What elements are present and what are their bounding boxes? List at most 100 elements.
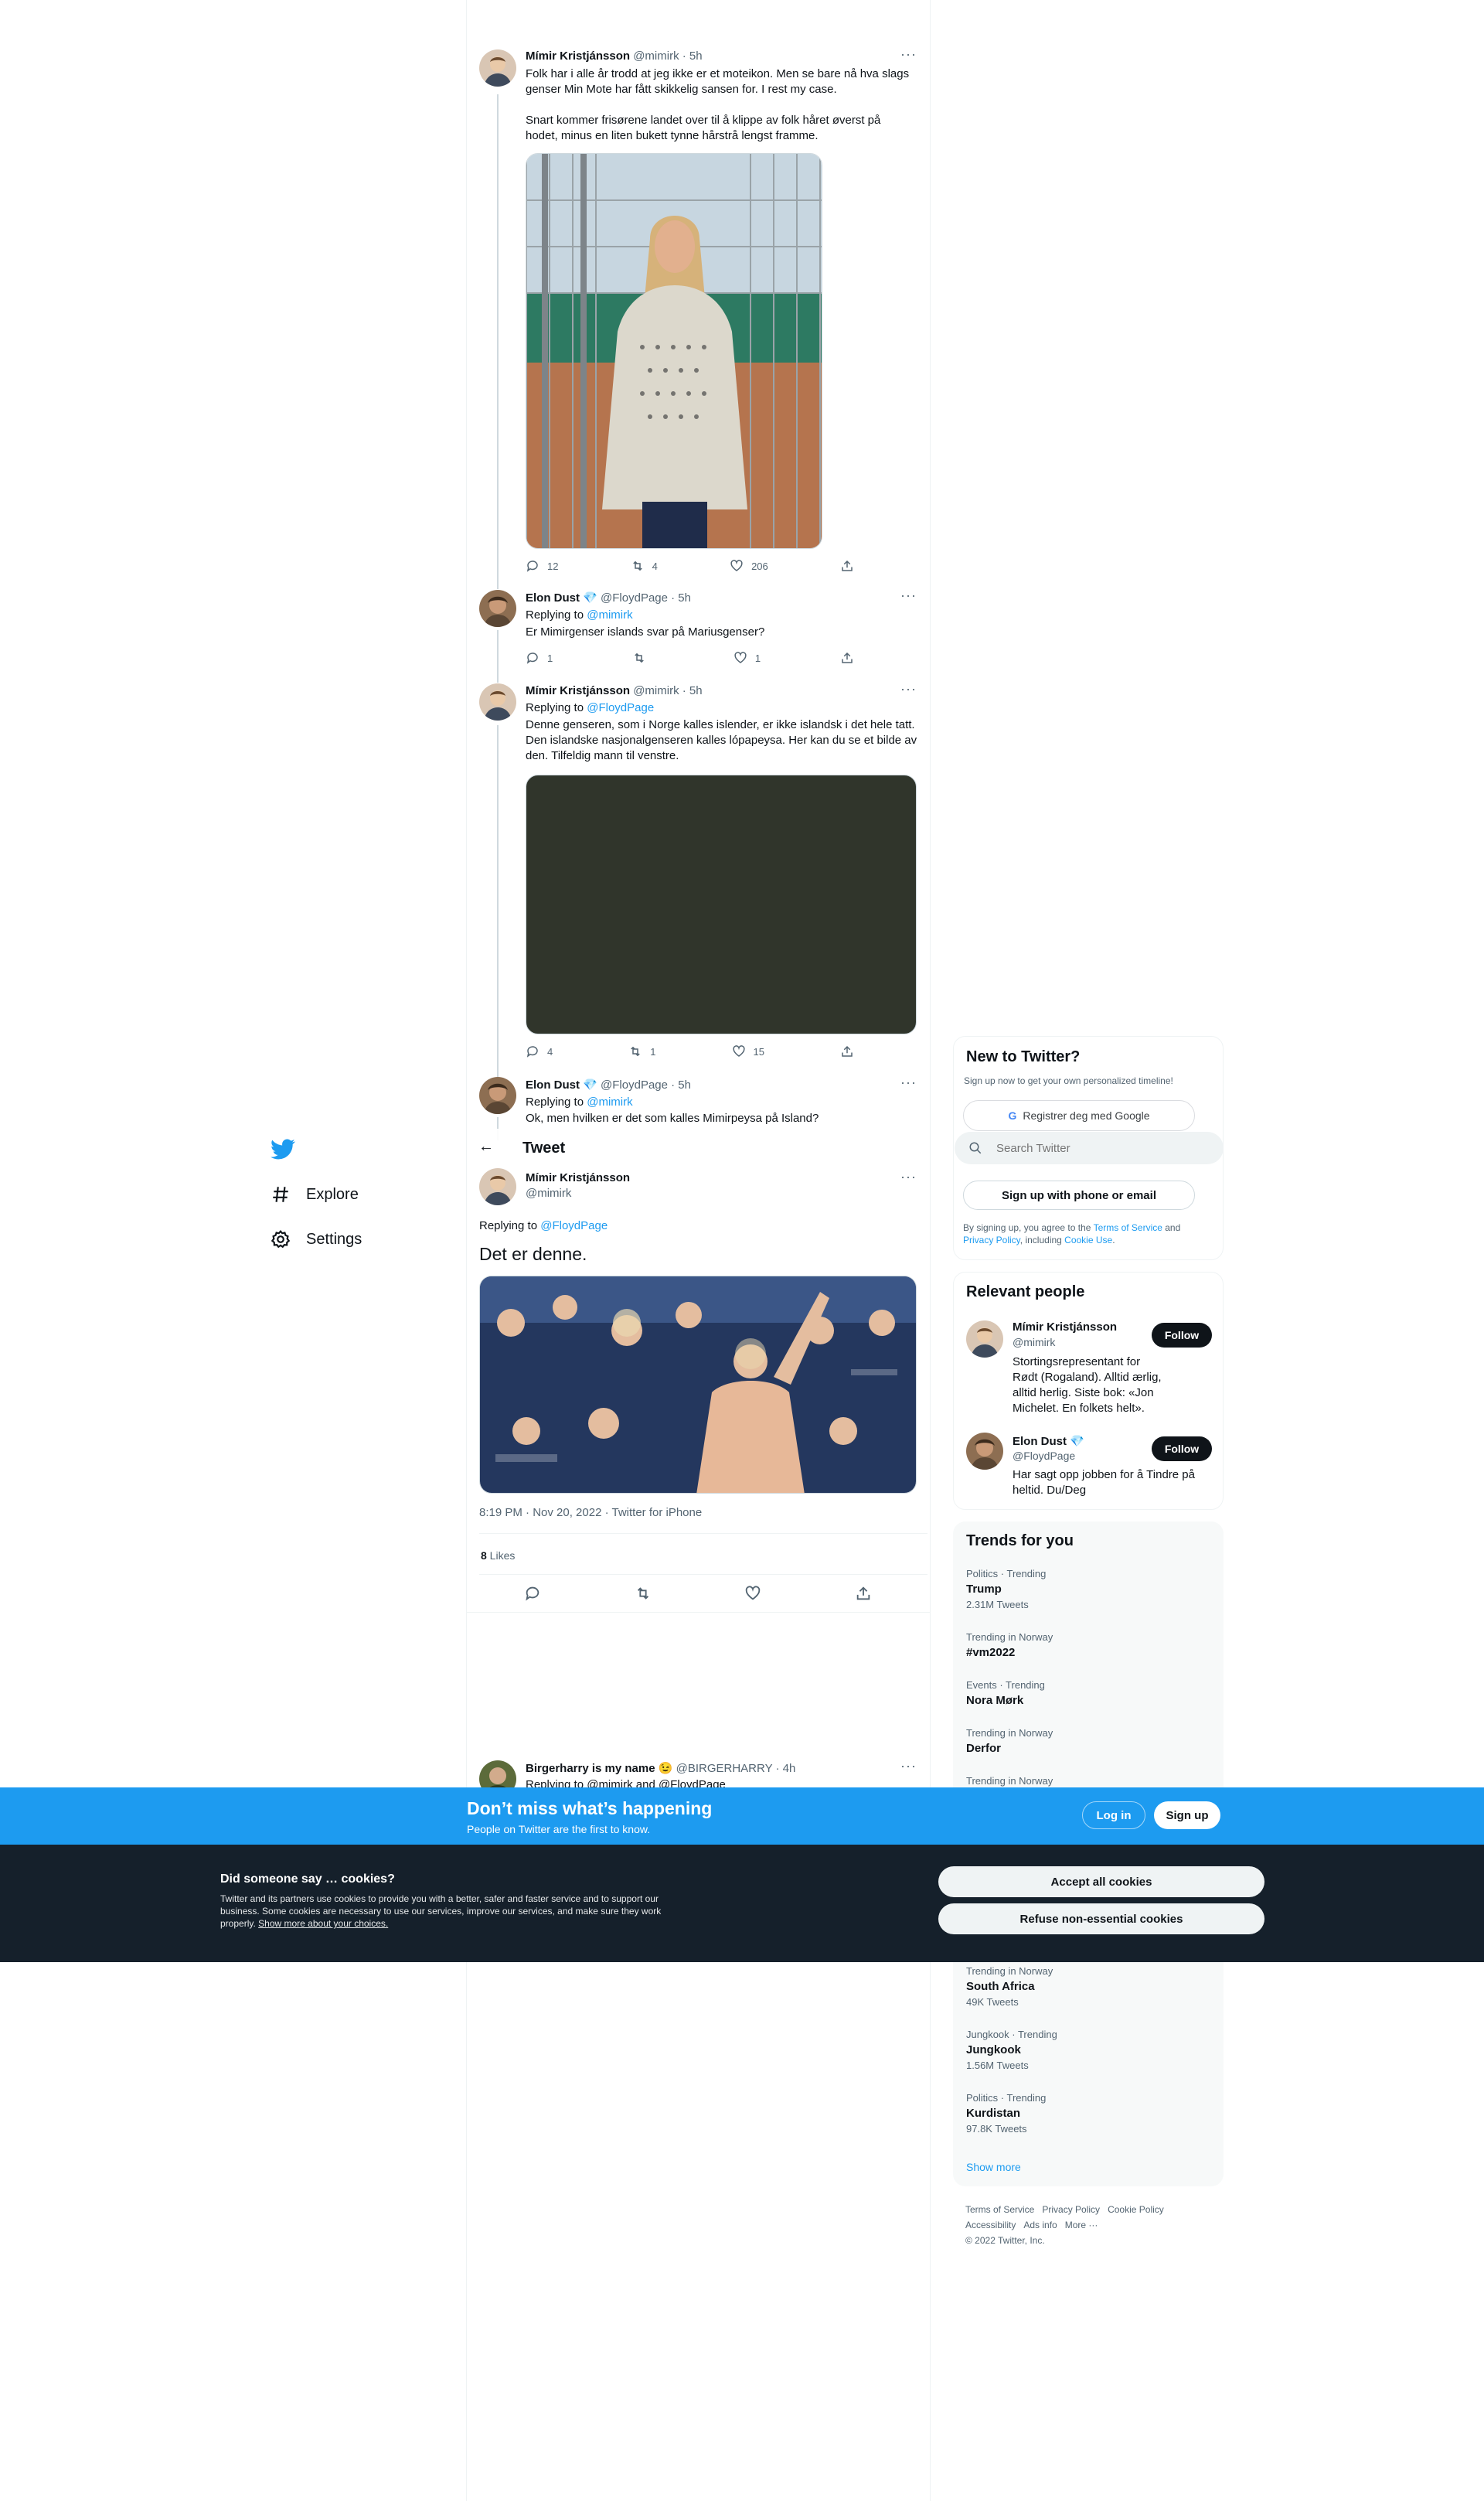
trend-item[interactable]: Politics · Trending Trump 2.31M Tweets [966, 1568, 1046, 1610]
author-name[interactable]: Mímir Kristjánsson [526, 49, 630, 63]
accept-cookies-button[interactable]: Accept all cookies [938, 1866, 1264, 1897]
replying-to: Replying to @mimirk [526, 608, 633, 622]
cookie-use-link[interactable]: Cookie Use [1064, 1235, 1112, 1245]
reply-button[interactable]: 12 [526, 559, 558, 573]
terms-link[interactable]: Terms of Service [1094, 1222, 1162, 1233]
privacy-link[interactable]: Privacy Policy [963, 1235, 1020, 1245]
avatar[interactable] [479, 590, 516, 627]
footer-accessibility-link[interactable]: Accessibility [965, 2220, 1016, 2230]
author-name[interactable]: Birgerharry is my name 😉 [526, 1762, 672, 1775]
google-signup-button[interactable]: G Registrer deg med Google [963, 1100, 1195, 1131]
nav-settings[interactable]: Settings [271, 1224, 362, 1255]
share-button[interactable] [855, 1585, 872, 1602]
like-count: 1 [754, 652, 761, 664]
author-name[interactable]: Mímir Kristjánsson [526, 684, 630, 697]
avatar[interactable] [966, 1320, 1003, 1358]
signup-phone-email-button[interactable]: Sign up with phone or email [963, 1181, 1195, 1210]
author-name[interactable]: Elon Dust [526, 1078, 580, 1092]
footer-cookie-link[interactable]: Cookie Policy [1108, 2204, 1164, 2215]
twitter-logo-icon[interactable] [271, 1136, 295, 1161]
trend-count: 49K Tweets [966, 1996, 1019, 2008]
trend-item[interactable]: Trending in Norway #vm2022 [966, 1631, 1053, 1659]
trend-item[interactable]: Politics · Trending Kurdistan 97.8K Tweets [966, 2092, 1046, 2135]
more-options-icon[interactable]: ··· [900, 588, 917, 604]
divider [479, 1533, 928, 1534]
avatar[interactable] [479, 1168, 516, 1205]
trend-item[interactable]: Trending in Norway [966, 1775, 1053, 1787]
retweet-button[interactable] [632, 651, 654, 665]
retweet-count: 4 [652, 560, 658, 572]
person-handle: @mimirk [1013, 1336, 1056, 1348]
trend-item[interactable]: Jungkook · Trending Jungkook 1.56M Tweets [966, 2029, 1057, 2071]
relevant-people-card: Relevant people Mímir Kristjánsson @mimi… [953, 1272, 1224, 1510]
person-name[interactable]: Mímir Kristjánsson [1013, 1320, 1117, 1334]
tweet-photo-dark[interactable] [526, 775, 917, 1034]
more-options-icon[interactable]: ··· [900, 1758, 917, 1774]
retweet-button[interactable]: 4 [631, 559, 658, 573]
share-button[interactable] [840, 651, 854, 665]
trend-context: Politics · Trending [966, 2092, 1047, 2104]
tweet-photo-sweater[interactable] [526, 153, 822, 549]
replying-to-link[interactable]: @FloydPage [587, 701, 654, 714]
retweet-button[interactable]: 1 [628, 1044, 655, 1058]
footer-ads-link[interactable]: Ads info [1023, 2220, 1057, 2230]
tweet-header-bar: ← Tweet [467, 1129, 930, 1166]
google-icon: G [1008, 1109, 1017, 1122]
author-handle: @mimirk [526, 1187, 572, 1200]
avatar[interactable] [479, 683, 516, 721]
more-options-icon[interactable]: ··· [900, 46, 917, 63]
like-button[interactable]: 15 [732, 1044, 764, 1058]
trend-item[interactable]: Events · Trending Nora Mørk [966, 1679, 1045, 1707]
replying-to-link[interactable]: @mimirk [587, 1095, 632, 1109]
share-button[interactable] [840, 559, 854, 573]
search-box[interactable] [955, 1132, 1224, 1164]
replying-to-link[interactable]: @FloydPage [540, 1219, 608, 1232]
share-button[interactable] [840, 1044, 854, 1058]
replying-to-link[interactable]: @mimirk [587, 608, 632, 622]
cookie-choices-link[interactable]: Show more about your choices. [258, 1918, 388, 1929]
search-input[interactable] [996, 1141, 1197, 1155]
reply-button[interactable]: 1 [526, 651, 553, 665]
person-name[interactable]: Elon Dust [1013, 1435, 1067, 1448]
like-button[interactable] [744, 1585, 761, 1602]
avatar[interactable] [479, 49, 516, 87]
trend-name: South Africa [966, 1980, 1035, 1993]
thread-connector [497, 725, 499, 1077]
trend-context: Jungkook · Trending [966, 2029, 1057, 2040]
follow-button[interactable]: Follow [1152, 1323, 1212, 1348]
nav-explore[interactable]: Explore [271, 1179, 359, 1210]
avatar[interactable] [479, 1077, 516, 1114]
tweet-actions [524, 1585, 872, 1602]
author-handle: @BIRGERHARRY · 4h [676, 1762, 796, 1775]
more-options-icon[interactable]: ··· [900, 1169, 917, 1185]
more-options-icon[interactable]: ··· [900, 681, 917, 697]
back-arrow-icon[interactable]: ← [478, 1138, 494, 1156]
reply-button[interactable]: 4 [526, 1044, 553, 1058]
tweet-photo-crowd[interactable] [479, 1276, 917, 1494]
reply-icon [526, 1586, 539, 1601]
more-options-icon[interactable]: ··· [900, 1075, 917, 1091]
author-name[interactable]: Mímir Kristjánsson [526, 1171, 630, 1184]
refuse-cookies-button[interactable]: Refuse non-essential cookies [938, 1903, 1264, 1934]
footer-more-link[interactable]: More ··· [1065, 2220, 1098, 2230]
avatar[interactable] [966, 1433, 1003, 1470]
footer-terms-link[interactable]: Terms of Service [965, 2204, 1034, 2215]
retweet-button[interactable] [635, 1585, 652, 1602]
follow-button[interactable]: Follow [1152, 1436, 1212, 1461]
login-button[interactable]: Log in [1082, 1801, 1145, 1829]
likes-stat[interactable]: 8 Likes [481, 1549, 515, 1562]
author-name[interactable]: Elon Dust [526, 591, 580, 605]
tweet-meta[interactable]: 8:19 PM · Nov 20, 2022 · Twitter for iPh… [479, 1506, 702, 1519]
trend-item[interactable]: Trending in Norway Derfor [966, 1727, 1053, 1755]
card-title: Trends for you [966, 1532, 1074, 1549]
like-button[interactable]: 1 [733, 651, 761, 665]
footer-privacy-link[interactable]: Privacy Policy [1042, 2204, 1100, 2215]
like-button[interactable]: 206 [730, 559, 768, 573]
likes-count: 8 [481, 1549, 487, 1562]
reply-button[interactable] [524, 1585, 541, 1602]
trend-item[interactable]: Trending in Norway South Africa 49K Tweets [966, 1965, 1053, 2008]
retweet-count: 1 [650, 1045, 656, 1058]
signup-button[interactable]: Sign up [1154, 1801, 1220, 1829]
nav-explore-label: Explore [306, 1185, 359, 1203]
show-more-link[interactable]: Show more [966, 2161, 1021, 2173]
